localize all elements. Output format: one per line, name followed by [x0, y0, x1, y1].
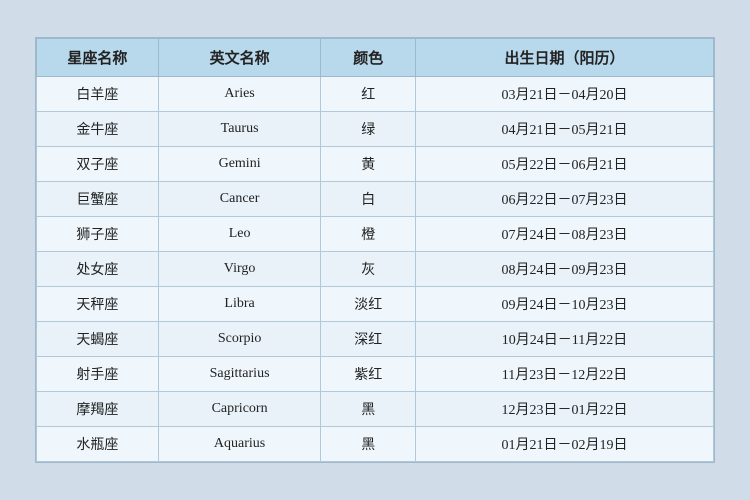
cell-color: 黑 [321, 427, 416, 462]
cell-date: 12月23日－01月22日 [416, 392, 714, 427]
table-row: 狮子座Leo橙07月24日－08月23日 [37, 217, 714, 252]
cell-date: 05月22日－06月21日 [416, 147, 714, 182]
cell-color: 白 [321, 182, 416, 217]
cell-chinese: 摩羯座 [37, 392, 159, 427]
cell-chinese: 金牛座 [37, 112, 159, 147]
cell-color: 灰 [321, 252, 416, 287]
cell-english: Sagittarius [158, 357, 320, 392]
cell-color: 黄 [321, 147, 416, 182]
cell-english: Libra [158, 287, 320, 322]
table-row: 巨蟹座Cancer白06月22日－07月23日 [37, 182, 714, 217]
cell-english: Cancer [158, 182, 320, 217]
zodiac-table: 星座名称 英文名称 颜色 出生日期（阳历） 白羊座Aries红03月21日－04… [36, 38, 714, 462]
cell-english: Aries [158, 77, 320, 112]
cell-chinese: 射手座 [37, 357, 159, 392]
cell-english: Aquarius [158, 427, 320, 462]
zodiac-table-container: 星座名称 英文名称 颜色 出生日期（阳历） 白羊座Aries红03月21日－04… [35, 37, 715, 463]
cell-date: 03月21日－04月20日 [416, 77, 714, 112]
header-chinese: 星座名称 [37, 39, 159, 77]
cell-color: 绿 [321, 112, 416, 147]
cell-chinese: 白羊座 [37, 77, 159, 112]
table-row: 水瓶座Aquarius黑01月21日－02月19日 [37, 427, 714, 462]
cell-color: 淡红 [321, 287, 416, 322]
cell-english: Gemini [158, 147, 320, 182]
cell-english: Leo [158, 217, 320, 252]
cell-color: 红 [321, 77, 416, 112]
header-date: 出生日期（阳历） [416, 39, 714, 77]
header-color: 颜色 [321, 39, 416, 77]
cell-chinese: 天蝎座 [37, 322, 159, 357]
table-row: 天蝎座Scorpio深红10月24日－11月22日 [37, 322, 714, 357]
table-row: 天秤座Libra淡红09月24日－10月23日 [37, 287, 714, 322]
table-row: 处女座Virgo灰08月24日－09月23日 [37, 252, 714, 287]
table-row: 射手座Sagittarius紫红11月23日－12月22日 [37, 357, 714, 392]
cell-date: 01月21日－02月19日 [416, 427, 714, 462]
cell-color: 紫红 [321, 357, 416, 392]
cell-english: Taurus [158, 112, 320, 147]
cell-chinese: 双子座 [37, 147, 159, 182]
table-header-row: 星座名称 英文名称 颜色 出生日期（阳历） [37, 39, 714, 77]
cell-color: 橙 [321, 217, 416, 252]
table-row: 摩羯座Capricorn黑12月23日－01月22日 [37, 392, 714, 427]
cell-chinese: 处女座 [37, 252, 159, 287]
cell-color: 黑 [321, 392, 416, 427]
cell-date: 06月22日－07月23日 [416, 182, 714, 217]
cell-date: 08月24日－09月23日 [416, 252, 714, 287]
cell-color: 深红 [321, 322, 416, 357]
cell-date: 10月24日－11月22日 [416, 322, 714, 357]
cell-english: Scorpio [158, 322, 320, 357]
cell-chinese: 水瓶座 [37, 427, 159, 462]
cell-chinese: 天秤座 [37, 287, 159, 322]
table-row: 金牛座Taurus绿04月21日－05月21日 [37, 112, 714, 147]
cell-date: 04月21日－05月21日 [416, 112, 714, 147]
table-row: 双子座Gemini黄05月22日－06月21日 [37, 147, 714, 182]
cell-date: 07月24日－08月23日 [416, 217, 714, 252]
cell-chinese: 狮子座 [37, 217, 159, 252]
cell-english: Capricorn [158, 392, 320, 427]
table-row: 白羊座Aries红03月21日－04月20日 [37, 77, 714, 112]
cell-date: 11月23日－12月22日 [416, 357, 714, 392]
cell-english: Virgo [158, 252, 320, 287]
cell-chinese: 巨蟹座 [37, 182, 159, 217]
header-english: 英文名称 [158, 39, 320, 77]
cell-date: 09月24日－10月23日 [416, 287, 714, 322]
